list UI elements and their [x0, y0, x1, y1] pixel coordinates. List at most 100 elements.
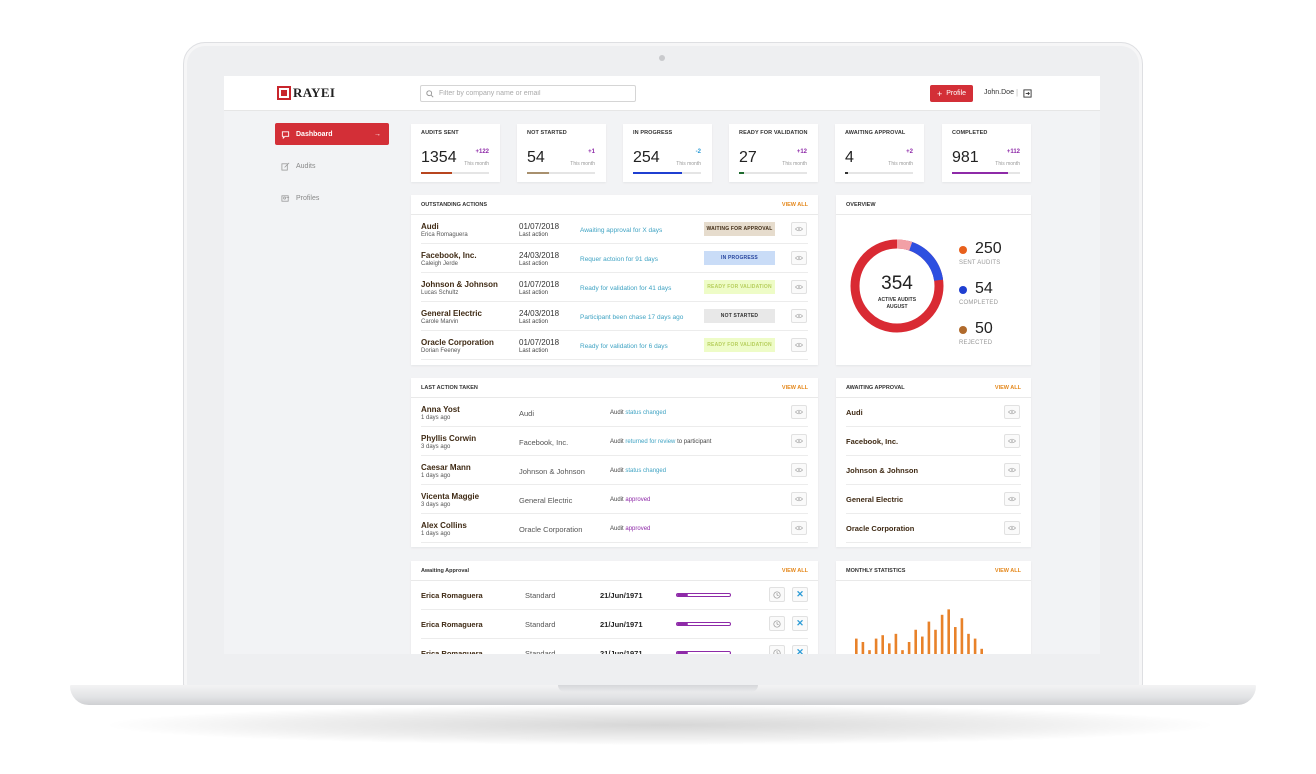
action-message[interactable]: Ready for validation for 41 days — [580, 285, 671, 292]
sidebar-item-audits[interactable]: Audits — [275, 155, 389, 177]
reject-button[interactable]: ✕ — [792, 616, 808, 631]
view-button[interactable] — [791, 309, 807, 323]
view-all-link[interactable]: VIEW ALL — [782, 202, 808, 208]
date-value: 21/Jun/1971 — [600, 620, 643, 629]
last-action-row[interactable]: Caesar Mann 1 days ago Johnson & Johnson Au… — [421, 456, 808, 485]
approval-row[interactable]: Erica Romaguera Standard 21/Jun/1971 ✕ — [421, 610, 808, 639]
stat-progress-fill — [421, 172, 452, 174]
last-action-row[interactable]: Anna Yost 1 days ago Audi Audit status chan… — [421, 398, 808, 427]
plan-name: Standard — [525, 620, 556, 629]
last-action-row[interactable]: Vicenta Maggie 3 days ago General Electric… — [421, 485, 808, 514]
progress-track — [676, 622, 731, 626]
view-button[interactable] — [791, 222, 807, 236]
stat-progress-track — [845, 172, 913, 174]
action-highlight[interactable]: returned for review — [625, 439, 675, 445]
action-highlight[interactable]: approved — [625, 497, 650, 503]
action-message[interactable]: Ready for validation for 6 days — [580, 343, 668, 350]
view-button[interactable] — [791, 521, 807, 535]
stat-progress-fill — [527, 172, 549, 174]
approval-row[interactable]: Erica Romaguera Standard 21/Jun/1971 ✕ — [421, 581, 808, 610]
time-ago: 3 days ago — [421, 502, 451, 508]
stat-card[interactable]: AWAITING APPROVAL 4 +2 This month — [835, 124, 924, 182]
outstanding-row[interactable]: Oracle Corporation Dorian Feeney 01/07/201… — [421, 331, 808, 360]
view-button[interactable] — [791, 463, 807, 477]
stat-value: 254 — [633, 149, 660, 166]
action-highlight[interactable]: approved — [625, 526, 650, 532]
search-box[interactable] — [420, 85, 636, 102]
outstanding-row[interactable]: General Electric Carole Marvin 24/03/2018 L… — [421, 302, 808, 331]
user-name[interactable]: John.Doe — [984, 89, 1014, 96]
outstanding-row[interactable]: Johnson & Johnson Lucas Schultz 01/07/2018… — [421, 273, 808, 302]
awaiting-row[interactable]: Audi — [846, 398, 1021, 427]
eye-icon — [795, 467, 803, 473]
card-title: Awaiting Approval — [421, 568, 469, 574]
legend-value: 250 — [975, 240, 1002, 257]
awaiting-row[interactable]: Oracle Corporation — [846, 514, 1021, 543]
stat-card[interactable]: AUDITS SENT 1354 +122 This month — [411, 124, 500, 182]
monthly-bar — [901, 650, 904, 654]
history-button[interactable] — [769, 616, 785, 631]
status-badge: IN PROGRESS — [704, 251, 775, 265]
awaiting-row[interactable]: Johnson & Johnson — [846, 456, 1021, 485]
history-button[interactable] — [769, 587, 785, 602]
last-action-label: Last action — [519, 261, 549, 267]
legend-dot — [959, 286, 967, 294]
stat-card[interactable]: COMPLETED 981 +112 This month — [942, 124, 1031, 182]
view-button[interactable] — [1004, 492, 1020, 506]
stat-progress-fill — [845, 172, 848, 174]
stat-card[interactable]: READY FOR VALIDATION 27 +12 This month — [729, 124, 818, 182]
time-ago: 3 days ago — [421, 444, 451, 450]
company-name: General Electric — [519, 496, 573, 505]
last-action-card: LAST ACTION TAKEN VIEW ALL Anna Yost 1 da… — [411, 378, 818, 547]
last-action-row[interactable]: Phyllis Corwin 3 days ago Facebook, Inc. Au… — [421, 427, 808, 456]
view-button[interactable] — [791, 338, 807, 352]
last-action-row[interactable]: Alex Collins 1 days ago Oracle Corporation… — [421, 514, 808, 543]
stat-card[interactable]: NOT STARTED 54 +1 This month — [517, 124, 606, 182]
outstanding-row[interactable]: Audi Erica Romaguera 01/07/2018 Last action… — [421, 215, 808, 244]
awaiting-row[interactable]: General Electric — [846, 485, 1021, 514]
stat-progress-fill — [952, 172, 1008, 174]
monthly-bar — [881, 635, 884, 654]
view-button[interactable] — [1004, 521, 1020, 535]
sidebar-item-profiles[interactable]: Profiles — [275, 187, 389, 209]
action-message[interactable]: Requer actoion for 91 days — [580, 256, 658, 263]
stat-delta: +12 — [796, 149, 807, 155]
view-button[interactable] — [1004, 434, 1020, 448]
monthly-bar — [973, 638, 977, 654]
action-highlight[interactable]: status changed — [625, 468, 666, 474]
view-button[interactable] — [791, 492, 807, 506]
view-button[interactable] — [791, 405, 807, 419]
legend-value: 54 — [975, 280, 993, 297]
brand-logo[interactable]: RAYEI — [277, 85, 335, 101]
view-button[interactable] — [1004, 405, 1020, 419]
sidebar-item-dashboard[interactable]: Dashboard → — [275, 123, 389, 145]
approval-row[interactable]: Erica Romaguera Standard 21/Jun/1971 ✕ — [421, 639, 808, 654]
stat-card[interactable]: IN PROGRESS 254 -2 This month — [623, 124, 712, 182]
action-highlight[interactable]: status changed — [625, 410, 666, 416]
search-input[interactable] — [439, 90, 629, 97]
awaiting-row[interactable]: Facebook, Inc. — [846, 427, 1021, 456]
view-all-link[interactable]: VIEW ALL — [995, 568, 1021, 574]
eye-icon — [1008, 496, 1016, 502]
history-button[interactable] — [769, 645, 785, 654]
view-all-link[interactable]: VIEW ALL — [782, 568, 808, 574]
view-button[interactable] — [791, 434, 807, 448]
view-all-link[interactable]: VIEW ALL — [782, 385, 808, 391]
eye-icon — [795, 409, 803, 415]
logout-icon[interactable] — [1023, 89, 1032, 98]
reject-button[interactable]: ✕ — [792, 645, 808, 654]
view-all-link[interactable]: VIEW ALL — [995, 385, 1021, 391]
stat-delta: +112 — [1006, 149, 1020, 155]
company-name: General Electric — [421, 309, 482, 318]
action-message[interactable]: Awaiting approval for X days — [580, 227, 662, 234]
outstanding-row[interactable]: Facebook, Inc. Caleigh Jerde 24/03/2018 Las… — [421, 244, 808, 273]
view-button[interactable] — [791, 280, 807, 294]
company-name: Facebook, Inc. — [421, 251, 477, 260]
last-action-date: 01/07/2018 — [519, 222, 560, 231]
reject-button[interactable]: ✕ — [792, 587, 808, 602]
view-button[interactable] — [791, 251, 807, 265]
add-profile-button[interactable]: + Profile — [930, 85, 973, 102]
action-message[interactable]: Participant been chase 17 days ago — [580, 314, 683, 321]
view-button[interactable] — [1004, 463, 1020, 477]
progress-fill — [677, 623, 688, 625]
